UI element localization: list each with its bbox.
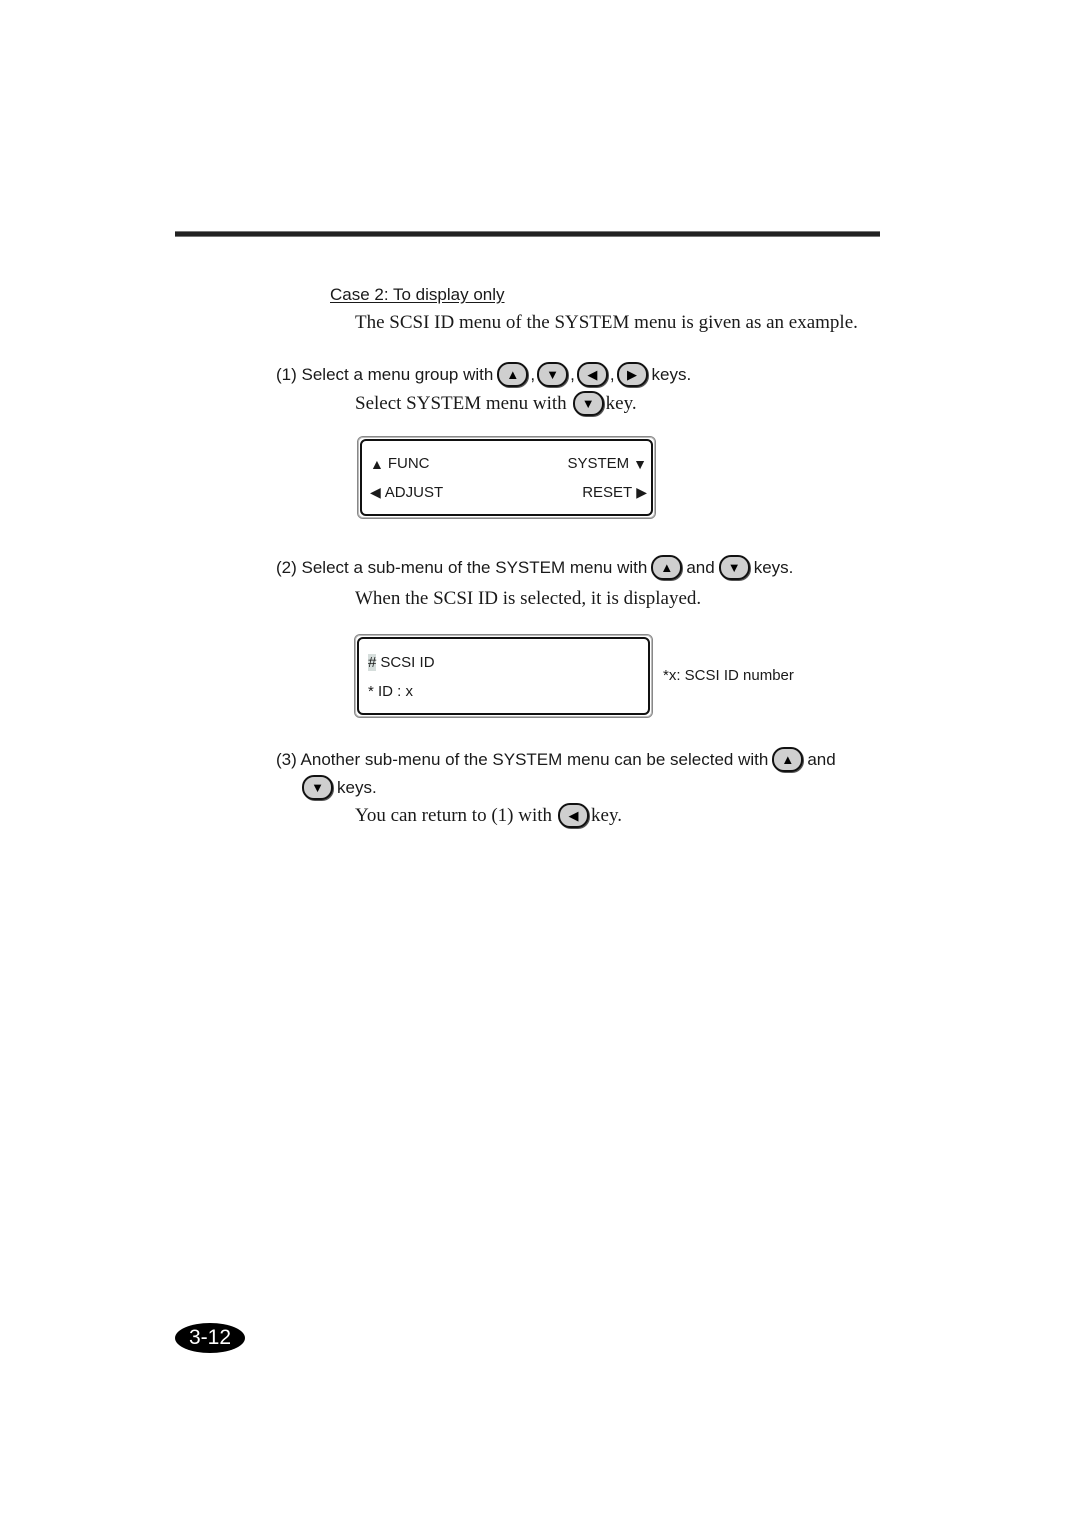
cursor-marker: # bbox=[368, 654, 377, 671]
right-key-icon: ▶ bbox=[616, 362, 648, 387]
step-3-continued: ▼ keys. bbox=[300, 775, 379, 800]
header-rule bbox=[175, 231, 880, 237]
scsi-id-note: *x: SCSI ID number bbox=[663, 667, 794, 684]
step-3-sub: You can return to (1) with ◀ key. bbox=[355, 803, 622, 828]
left-triangle-icon: ◀ bbox=[370, 484, 381, 500]
up-key-icon: ▲ bbox=[497, 362, 529, 387]
up-triangle-icon: ▲ bbox=[370, 455, 384, 472]
down-key-icon: ▼ bbox=[572, 391, 604, 416]
lcd-display-scsi-id: # SCSI ID * ID : x bbox=[354, 634, 653, 718]
lcd-func: ▲ FUNC bbox=[370, 455, 430, 472]
section-heading: Case 2: To display only bbox=[330, 285, 505, 304]
page-number-badge: 3-12 bbox=[175, 1323, 245, 1353]
lcd-line-1: # SCSI ID bbox=[368, 654, 435, 671]
step-3: (3) Another sub-menu of the SYSTEM menu … bbox=[274, 747, 838, 772]
lcd-adjust: ◀ ADJUST bbox=[370, 484, 444, 501]
left-key-icon: ◀ bbox=[558, 803, 590, 828]
left-key-icon: ◀ bbox=[576, 362, 608, 387]
lcd-system: SYSTEM ▼ bbox=[567, 455, 647, 472]
step-1-sub: Select SYSTEM menu with ▼ key. bbox=[355, 391, 637, 416]
step-2: (2) Select a sub-menu of the SYSTEM menu… bbox=[274, 555, 795, 580]
step-1-suffix: keys. bbox=[651, 364, 692, 384]
down-key-icon: ▼ bbox=[302, 775, 333, 800]
step-2-sub: When the SCSI ID is selected, it is disp… bbox=[355, 588, 702, 609]
up-key-icon: ▲ bbox=[651, 555, 683, 580]
intro-text: The SCSI ID menu of the SYSTEM menu is g… bbox=[355, 312, 858, 333]
lcd-display-menu: ▲ FUNC SYSTEM ▼ ◀ ADJUST RESET ▶ bbox=[357, 436, 656, 519]
up-key-icon: ▲ bbox=[772, 747, 804, 772]
right-triangle-icon: ▶ bbox=[636, 484, 647, 500]
down-key-icon: ▼ bbox=[718, 555, 750, 580]
lcd-line-2: * ID : x bbox=[368, 683, 414, 700]
step-1-text: (1) Select a menu group with bbox=[276, 364, 494, 384]
step-1: (1) Select a menu group with ▲, ▼, ◀, ▶ … bbox=[274, 362, 693, 387]
down-key-icon: ▼ bbox=[537, 362, 569, 387]
lcd-reset: RESET ▶ bbox=[582, 484, 647, 501]
down-triangle-icon: ▼ bbox=[633, 455, 647, 472]
